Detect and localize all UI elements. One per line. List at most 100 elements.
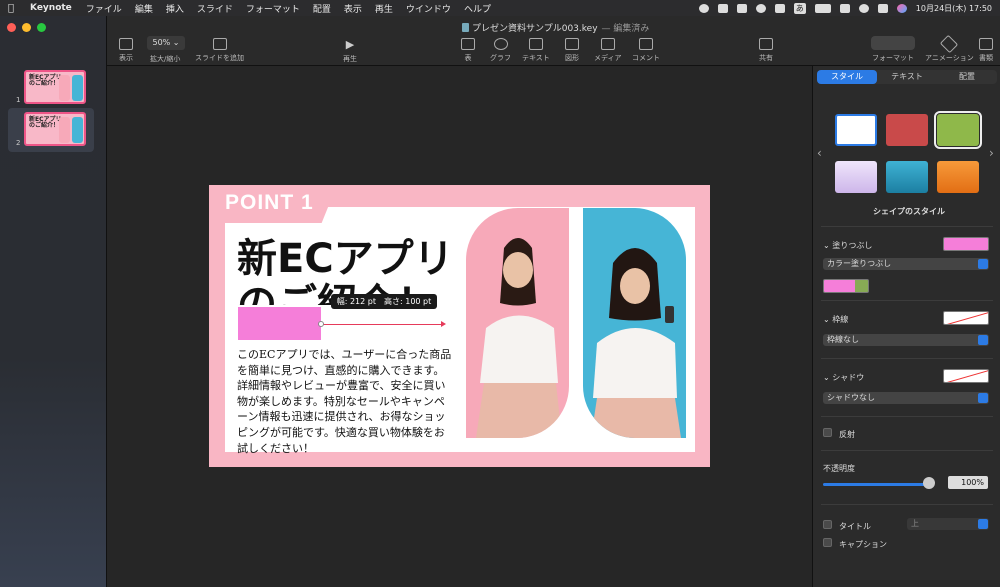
opacity-slider-knob[interactable]	[923, 477, 935, 489]
menu-arrange[interactable]: 配置	[313, 2, 331, 15]
style-swatch-teal[interactable]	[886, 161, 928, 193]
style-swatch-orange[interactable]	[937, 161, 979, 193]
wifi-icon[interactable]	[839, 3, 850, 13]
chart-button[interactable]: グラフ	[490, 38, 511, 63]
close-button[interactable]	[7, 23, 16, 32]
zoom-button[interactable]	[37, 23, 46, 32]
add-slide-button[interactable]: スライドを追加	[195, 38, 244, 63]
point-tag-text[interactable]: POINT 1	[225, 191, 314, 215]
control-center-icon[interactable]	[877, 3, 888, 13]
tab-arrange[interactable]: 配置	[937, 70, 997, 84]
document-status: — 編集済み	[601, 24, 650, 34]
opacity-value[interactable]: 100%	[948, 476, 988, 489]
slide-thumbnail-1[interactable]: 新ECアプリ のご紹介！	[24, 70, 86, 104]
style-swatch-white[interactable]	[835, 114, 877, 146]
border-select[interactable]: 枠線なし	[823, 334, 989, 346]
opacity-label: 不透明度	[823, 464, 855, 473]
thumbnail-photo	[72, 117, 83, 143]
menu-view[interactable]: 表示	[344, 2, 362, 15]
menu-app-name[interactable]: Keynote	[30, 3, 72, 13]
thumbnail-photo	[59, 117, 70, 143]
chevron-right-icon[interactable]: ›	[989, 146, 994, 160]
menu-slide[interactable]: スライド	[197, 2, 233, 15]
document-icon	[462, 23, 469, 32]
zoom-select[interactable]: 50% ⌄	[147, 36, 185, 50]
toolbar: プレゼン資料サンプル003.key — 編集済み 表示 50% ⌄ 拡大/縮小 ス…	[107, 16, 1000, 66]
shadow-section-label[interactable]: ⌄ シャドウ	[823, 372, 864, 383]
fill-type-select[interactable]: カラー塗りつぶし	[823, 258, 989, 270]
animate-button[interactable]: アニメーション	[925, 34, 974, 63]
shadow-select[interactable]: シャドウなし	[823, 392, 989, 404]
selected-pink-rectangle[interactable]	[238, 307, 321, 340]
photo-woman-pink[interactable]	[466, 208, 569, 438]
slide-thumbnail-2[interactable]: 新ECアプリ のご紹介！	[24, 112, 86, 146]
status-display-icon[interactable]	[774, 3, 785, 13]
photo-woman-blue[interactable]	[583, 208, 686, 438]
menu-format[interactable]: フォーマット	[246, 2, 300, 15]
minimize-button[interactable]	[22, 23, 31, 32]
format-button[interactable]: フォーマット	[871, 36, 915, 63]
status-time-machine-icon[interactable]	[755, 3, 766, 13]
sidebar-icon	[119, 38, 133, 50]
zoom-label: 拡大/縮小	[150, 55, 181, 63]
shape-button[interactable]: 図形	[565, 38, 579, 63]
divider	[821, 226, 993, 227]
menubar-clock[interactable]: 10月24日(木) 17:50	[916, 3, 992, 14]
menu-file[interactable]: ファイル	[86, 2, 122, 15]
menu-window[interactable]: ウインドウ	[406, 2, 451, 15]
slide-body-text[interactable]: このECアプリでは、ユーザーに合った商品を簡単に見つけ、直感的に購入できます。詳…	[237, 347, 455, 456]
text-button[interactable]: テキスト	[522, 38, 550, 63]
zoom-label-wrap: 拡大/縮小	[150, 54, 180, 64]
slide-navigator: 1 新ECアプリ のご紹介！ 2 新ECアプリ のご紹介！	[0, 16, 107, 587]
fill-section-label[interactable]: ⌄ 塗りつぶし	[823, 240, 872, 251]
divider	[821, 416, 993, 417]
opacity-slider[interactable]	[823, 483, 933, 486]
table-button[interactable]: 表	[461, 38, 475, 63]
menu-play[interactable]: 再生	[375, 2, 393, 15]
keynote-window: 1 新ECアプリ のご紹介！ 2 新ECアプリ のご紹介！ プレゼン資料サンプル…	[0, 16, 1000, 587]
tab-text[interactable]: テキスト	[877, 70, 937, 84]
size-tooltip: 幅: 212 pt 高さ: 100 pt	[331, 294, 437, 309]
style-swatch-lavender[interactable]	[835, 161, 877, 193]
siri-icon[interactable]	[896, 3, 907, 13]
battery-icon[interactable]	[814, 3, 831, 13]
fill-color-picker[interactable]	[823, 279, 869, 293]
slide[interactable]: POINT 1 新ECアプリ のご紹介！ このECアプリでは、ユーザーに合った商…	[209, 185, 710, 467]
comment-button[interactable]: コメント	[632, 38, 660, 63]
search-icon[interactable]	[858, 3, 869, 13]
menu-edit[interactable]: 編集	[135, 2, 153, 15]
status-record-icon[interactable]	[698, 3, 709, 13]
document-button[interactable]: 書類	[979, 38, 993, 63]
chevron-left-icon[interactable]: ‹	[817, 146, 822, 160]
status-app-icon[interactable]	[717, 3, 728, 13]
title-label: タイトル	[839, 522, 871, 531]
slide-canvas: POINT 1 新ECアプリ のご紹介！ このECアプリでは、ユーザーに合った商…	[107, 66, 812, 587]
apple-icon[interactable]: 	[8, 3, 20, 14]
title-position-select[interactable]: 上	[907, 518, 989, 530]
resize-handle[interactable]	[318, 321, 324, 327]
fill-color-well[interactable]	[943, 237, 989, 251]
shape-icon	[565, 38, 579, 50]
shadow-color-well[interactable]	[943, 369, 989, 383]
tab-style[interactable]: スタイル	[817, 70, 877, 84]
style-swatch-green[interactable]	[934, 111, 982, 149]
title-checkbox[interactable]	[823, 520, 832, 529]
resize-guide-line	[321, 321, 446, 327]
paintbrush-icon	[871, 36, 915, 50]
divider	[821, 504, 993, 505]
status-menu-icon[interactable]	[736, 3, 747, 13]
reflection-checkbox[interactable]	[823, 428, 832, 437]
play-button[interactable]: ▶ 再生	[343, 38, 357, 64]
media-icon	[600, 38, 615, 50]
border-color-well[interactable]	[943, 311, 989, 325]
style-swatch-red[interactable]	[886, 114, 928, 146]
view-button[interactable]: 表示	[119, 38, 133, 63]
menu-help[interactable]: ヘルプ	[464, 2, 491, 15]
media-button[interactable]: メディア	[594, 38, 622, 63]
border-section-label[interactable]: ⌄ 枠線	[823, 314, 848, 325]
ime-indicator[interactable]: あ	[793, 2, 806, 14]
share-label: 共有	[759, 54, 773, 62]
menu-insert[interactable]: 挿入	[166, 2, 184, 15]
share-button[interactable]: 共有	[759, 38, 773, 63]
caption-checkbox[interactable]	[823, 538, 832, 547]
